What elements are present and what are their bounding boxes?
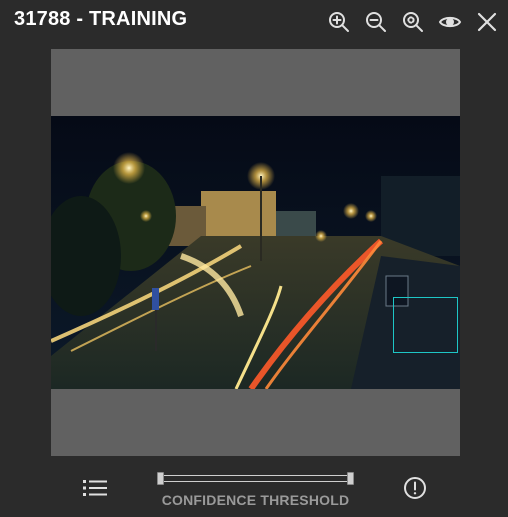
close-icon <box>477 12 496 32</box>
info-button[interactable] <box>402 475 428 501</box>
list-button[interactable] <box>81 475 111 501</box>
list-icon <box>83 480 107 496</box>
detection-bounding-box[interactable] <box>393 297 458 353</box>
viewer-toolbar <box>325 9 500 35</box>
close-button[interactable] <box>473 9 500 35</box>
night-street-photo <box>51 116 460 389</box>
zoom-in-button[interactable] <box>325 9 352 35</box>
viewer-footer: CONFIDENCE THRESHOLD <box>0 460 508 517</box>
slider-track <box>160 475 351 482</box>
zoom-out-icon <box>365 12 386 32</box>
visibility-button[interactable] <box>436 9 463 35</box>
image-viewer[interactable] <box>51 49 460 456</box>
slider-min-handle[interactable] <box>157 472 164 485</box>
slider-max-handle[interactable] <box>347 472 354 485</box>
zoom-out-button[interactable] <box>362 9 389 35</box>
zoom-in-icon <box>328 12 349 32</box>
zoom-fit-icon <box>402 12 423 32</box>
page-title: 31788 - TRAINING <box>14 8 188 30</box>
zoom-reset-button[interactable] <box>399 9 426 35</box>
eye-icon <box>438 16 461 28</box>
confidence-threshold-slider[interactable] <box>157 472 354 485</box>
alert-circle-icon <box>404 477 426 499</box>
confidence-threshold-label: CONFIDENCE THRESHOLD <box>161 492 350 508</box>
